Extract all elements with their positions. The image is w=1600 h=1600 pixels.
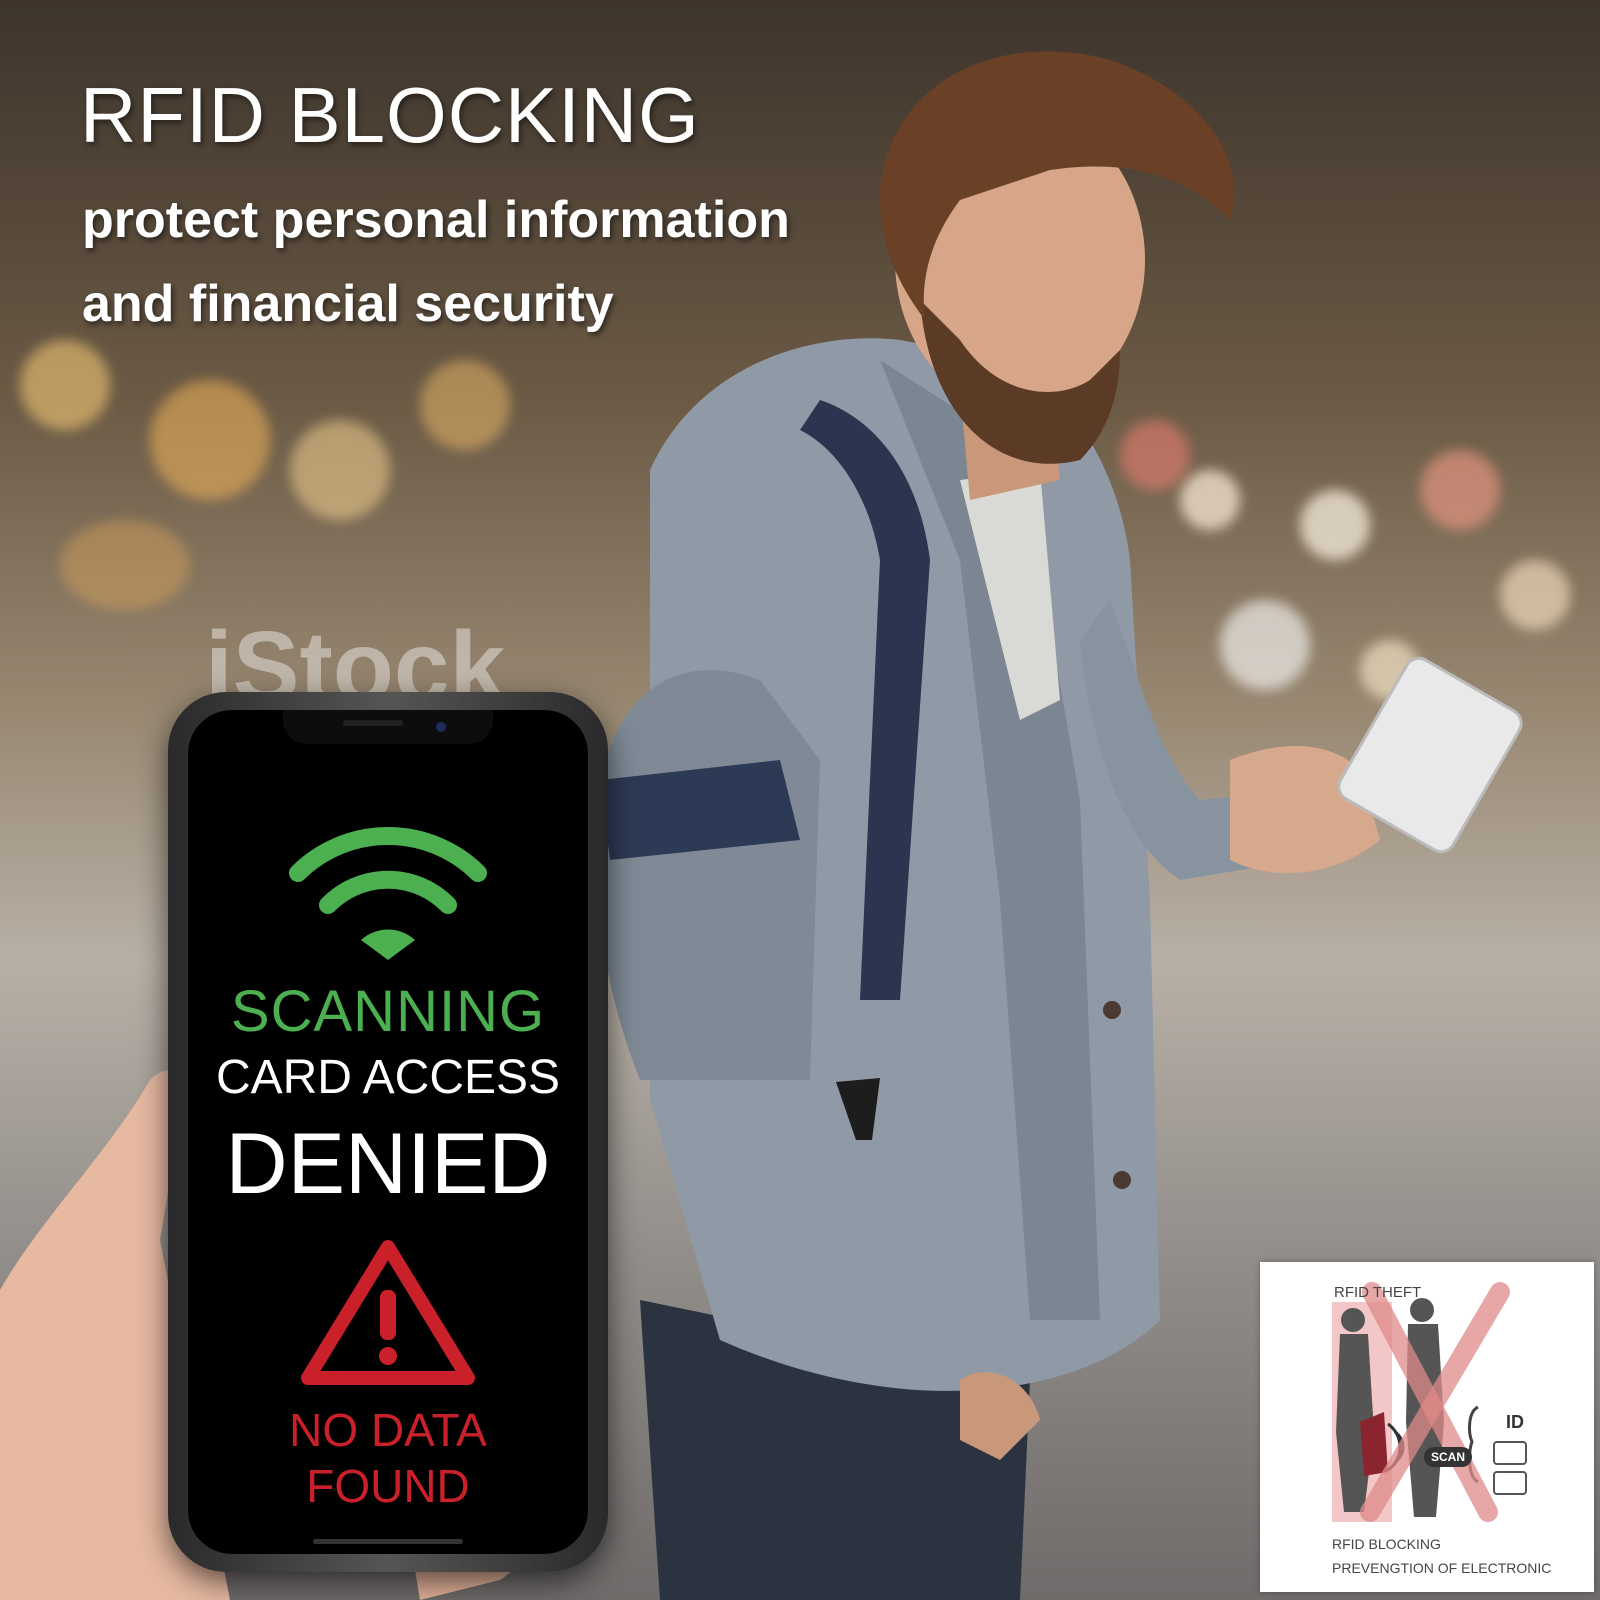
rfid-blocking-caption: RFID BLOCKING — [1332, 1536, 1441, 1552]
no-data-found-label: NO DATA FOUND — [188, 1402, 588, 1514]
denied-label: DENIED — [225, 1116, 551, 1212]
smartphone: SCANNING CARD ACCESS DENIED NO DATA FOUN… — [168, 692, 608, 1572]
found-line: FOUND — [306, 1460, 470, 1512]
rfid-info-box: RFID THEFT ID SCAN RFID BLOCKING PREVENG… — [1260, 1262, 1594, 1592]
scan-label: SCAN — [1424, 1447, 1473, 1467]
product-image: iStock RFID BLOCKING protect personal in… — [0, 0, 1600, 1600]
wifi-icon — [289, 827, 487, 960]
phone-screen: SCANNING CARD ACCESS DENIED NO DATA FOUN… — [188, 710, 588, 1554]
headline: RFID BLOCKING — [80, 71, 700, 159]
scanning-label: SCANNING — [230, 979, 546, 1044]
home-indicator — [313, 1539, 463, 1544]
card-access-label: CARD ACCESS — [215, 1051, 561, 1104]
rfid-theft-label: RFID THEFT — [1334, 1284, 1422, 1301]
warning-triangle-icon — [301, 1240, 475, 1385]
no-data-line: NO DATA — [289, 1404, 487, 1456]
prevention-caption: PREVENGTION OF ELECTRONIC — [1332, 1560, 1552, 1576]
phone-notch — [283, 710, 493, 744]
front-camera — [436, 722, 446, 732]
id-label: ID — [1506, 1412, 1524, 1432]
subline-financial-security: and financial security — [82, 275, 614, 333]
subline-personal-information: protect personal information — [82, 191, 790, 249]
